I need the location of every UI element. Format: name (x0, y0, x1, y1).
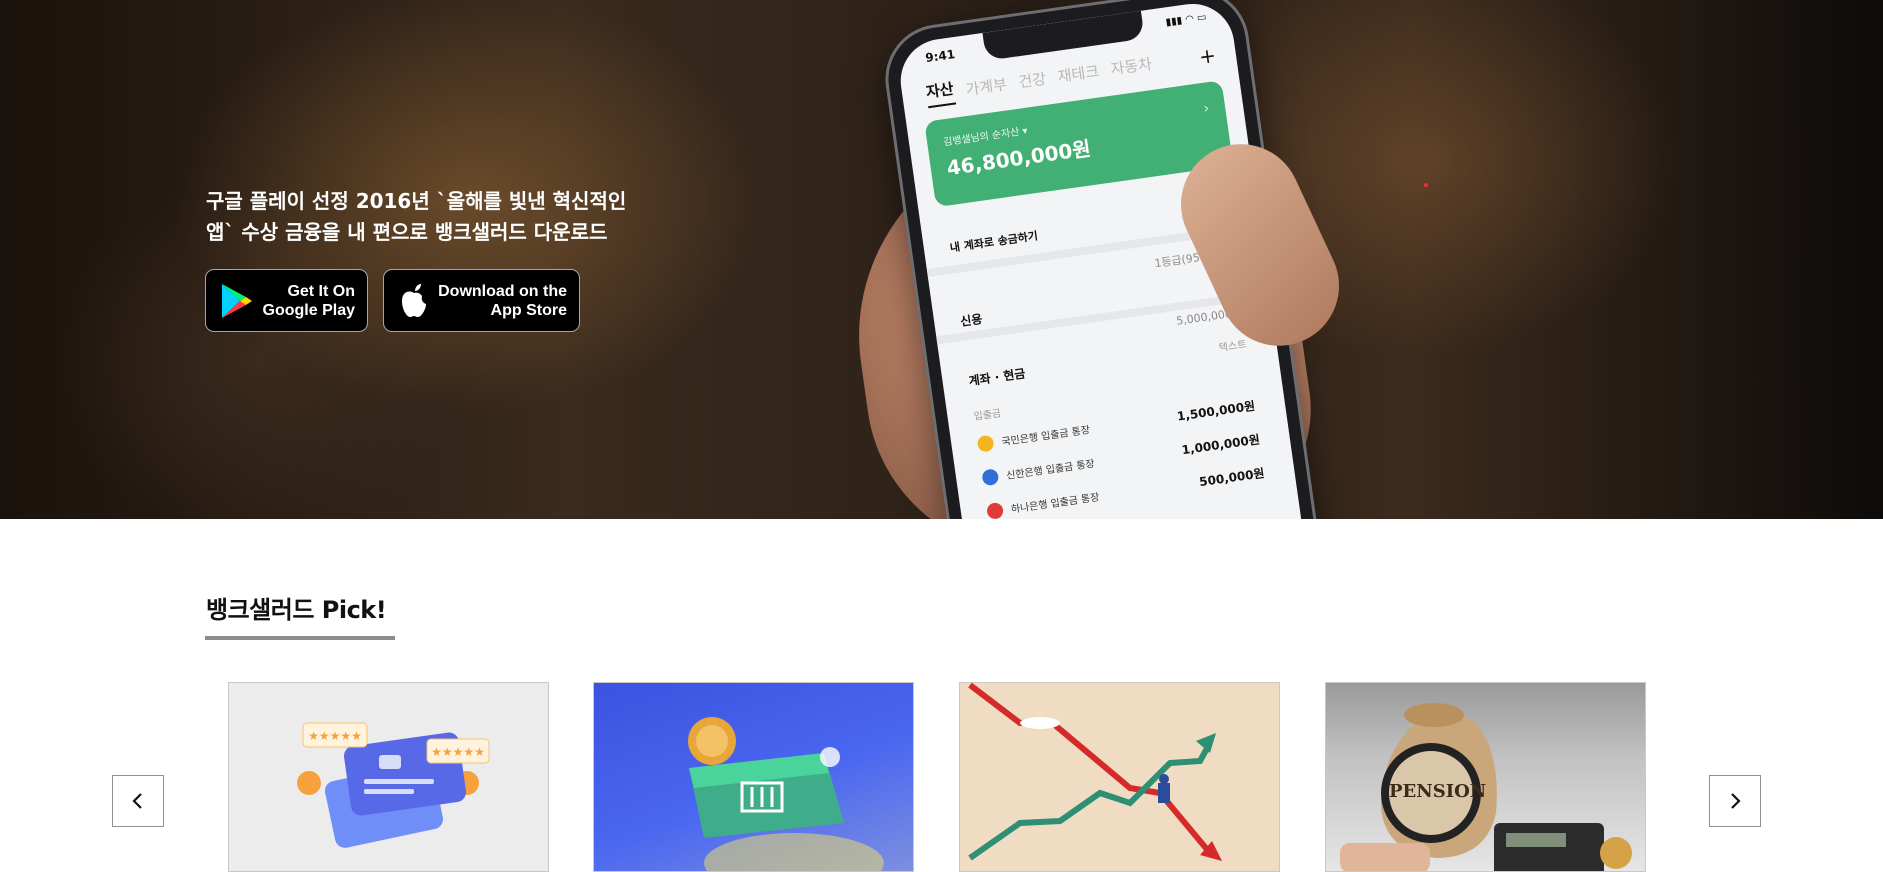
apple-icon (402, 283, 426, 317)
chevron-right-icon (1731, 793, 1741, 809)
credit-label: 신용 (959, 311, 984, 329)
plus-icon: + (1197, 42, 1218, 69)
google-play-label: Get It On Google Play (263, 282, 355, 320)
pension-label: PENSION (1389, 781, 1487, 802)
bank-name: 국민은행 입출금 통장 (1000, 424, 1091, 449)
stock-chart-illustration (968, 683, 1222, 861)
signal-wifi-battery-icon: ▮▮▮ ◠ ▭ (1165, 11, 1208, 29)
google-play-line2: Google Play (262, 301, 355, 319)
cards-rating-illustration: ★★★★★ ★★★★★ (297, 722, 490, 848)
bank-name: 신한은행 입출금 통장 (1005, 458, 1096, 482)
app-store-label: Download on the App Store (438, 282, 567, 320)
deposit-label: 입출금 (973, 408, 1002, 423)
phone-tab-assets: 자산 (924, 77, 956, 109)
phone-tab-car: 자동차 (1109, 54, 1154, 79)
kb-bank-icon (976, 434, 995, 453)
hero-headline-line1: 구글 플레이 선정 2016년 `올해를 빛낸 혁신적인 (206, 189, 627, 213)
bank-amount: 1,000,000원 (1180, 432, 1261, 458)
google-play-button[interactable]: Get It On Google Play (205, 269, 368, 332)
app-store-line2: App Store (490, 301, 567, 319)
chevron-right-icon: › (1202, 100, 1211, 117)
hero-headline: 구글 플레이 선정 2016년 `올해를 빛낸 혁신적인 앱` 수상 금융을 내… (206, 186, 686, 248)
hana-bank-icon (985, 501, 1005, 519)
hero-banner: 9:41 ▮▮▮ ◠ ▭ 자산 가계부 건강 재테크 자동차 + 김뱅샐님의 순… (0, 0, 1883, 519)
bank-amount: 1,500,000원 (1176, 398, 1256, 424)
app-store-button[interactable]: Download on the App Store (383, 269, 580, 332)
pick-card-stock[interactable] (959, 682, 1280, 872)
pick-card-cards[interactable]: ★★★★★ ★★★★★ (228, 682, 549, 872)
pick-card-bank[interactable] (593, 682, 914, 872)
section-title-underline (205, 636, 395, 640)
pick-card-pension[interactable]: PENSION (1325, 682, 1646, 872)
pension-photo (1340, 703, 1632, 871)
section-title: 뱅크샐러드 Pick! (206, 596, 387, 624)
phone-tab-ledger: 가계부 (964, 75, 1009, 99)
svg-text:★★★★★: ★★★★★ (431, 745, 485, 759)
chevron-left-icon (132, 793, 142, 809)
phone-tab-health: 건강 (1017, 69, 1048, 92)
svg-text:★★★★★: ★★★★★ (308, 729, 362, 743)
app-store-line1: Download on the (438, 282, 567, 300)
carousel-prev-button[interactable] (112, 775, 164, 827)
bank-amount: 500,000원 (1198, 466, 1266, 490)
account-cash-label: 계좌 · 현금 (967, 366, 1027, 389)
bank-coin-illustration (688, 717, 884, 871)
account-sub-label: 텍스트 (1218, 339, 1248, 355)
shinhan-bank-icon (981, 467, 1000, 486)
decorative-dot (1424, 183, 1428, 187)
google-play-icon (222, 283, 252, 318)
google-play-line1: Get It On (287, 282, 355, 300)
carousel-next-button[interactable] (1709, 775, 1761, 827)
hero-headline-line2: 앱` 수상 금융을 내 편으로 뱅크샐러드 다운로드 (206, 220, 608, 244)
phone-tab-invest: 재테크 (1056, 62, 1101, 86)
bank-name: 하나은행 입출금 통장 (1010, 492, 1101, 516)
phone-status-time: 9:41 (924, 47, 956, 66)
send-to-my-account: 내 계좌로 송금하기 (949, 229, 1039, 255)
